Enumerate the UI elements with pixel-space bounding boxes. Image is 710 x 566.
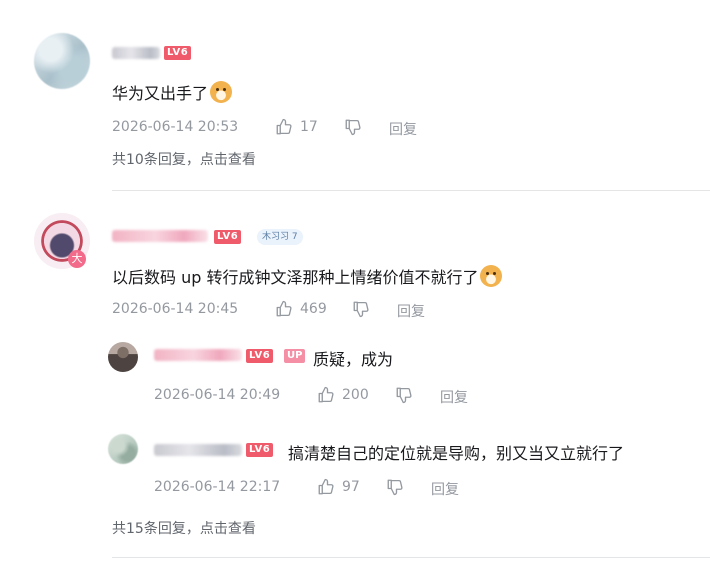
thumbs-up-icon[interactable] <box>317 478 335 496</box>
doge-emoji-icon <box>210 81 233 103</box>
comment-text-body: 华为又出手了 <box>112 84 209 103</box>
like-count: 97 <box>342 479 360 495</box>
username-blurred[interactable] <box>154 349 242 361</box>
level-badge: LV6 <box>164 46 192 60</box>
reply-time: 2026-06-14 22:17 <box>154 479 281 495</box>
like-count: 17 <box>300 119 318 135</box>
level-badge: LV6 <box>246 443 274 457</box>
thumbs-down-icon[interactable] <box>344 118 362 136</box>
reply-button[interactable]: 回复 <box>440 387 468 407</box>
comment-text-body: 以后数码 up 转行成钟文泽那种上情绪价值不就行了 <box>112 268 479 287</box>
reply-text: 质疑，成为 <box>313 350 394 369</box>
comment-text: 以后数码 up 转行成钟文泽那种上情绪价值不就行了 <box>112 264 503 288</box>
avatar[interactable] <box>34 33 90 89</box>
comment-time: 2026-06-14 20:53 <box>112 119 239 135</box>
divider <box>112 190 710 191</box>
divider <box>112 557 710 558</box>
avatar[interactable] <box>108 342 138 372</box>
reply-text: 搞清楚自己的定位就是导购，别又当又立就行了 <box>288 444 625 463</box>
thumbs-up-icon[interactable] <box>317 386 335 404</box>
username-blurred[interactable] <box>112 230 208 242</box>
thumbs-up-icon[interactable] <box>275 118 293 136</box>
level-badge: LV6 <box>246 349 274 363</box>
reply-button[interactable]: 回复 <box>389 119 417 139</box>
thumbs-down-icon[interactable] <box>352 300 370 318</box>
view-replies-link[interactable]: 共15条回复，点击查看 <box>112 518 256 538</box>
avatar-badge: 大 <box>68 250 86 268</box>
like-count: 469 <box>300 301 327 317</box>
thumbs-up-icon[interactable] <box>275 300 293 318</box>
comment-text: 华为又出手了 <box>112 80 233 104</box>
fan-medal: 木习习 7 <box>257 229 303 245</box>
doge-emoji-icon <box>480 265 503 287</box>
reply-button[interactable]: 回复 <box>431 479 459 499</box>
thumbs-down-icon[interactable] <box>395 386 413 404</box>
reply-time: 2026-06-14 20:49 <box>154 387 281 403</box>
avatar[interactable] <box>108 434 138 464</box>
like-count: 200 <box>342 387 369 403</box>
reply-button[interactable]: 回复 <box>397 301 425 321</box>
thumbs-down-icon[interactable] <box>386 478 404 496</box>
view-replies-link[interactable]: 共10条回复，点击查看 <box>112 149 256 169</box>
username-blurred[interactable] <box>112 47 160 59</box>
level-badge: LV6 <box>214 230 242 244</box>
username-blurred[interactable] <box>154 444 242 456</box>
up-tag: UP <box>284 349 306 363</box>
comment-time: 2026-06-14 20:45 <box>112 301 239 317</box>
